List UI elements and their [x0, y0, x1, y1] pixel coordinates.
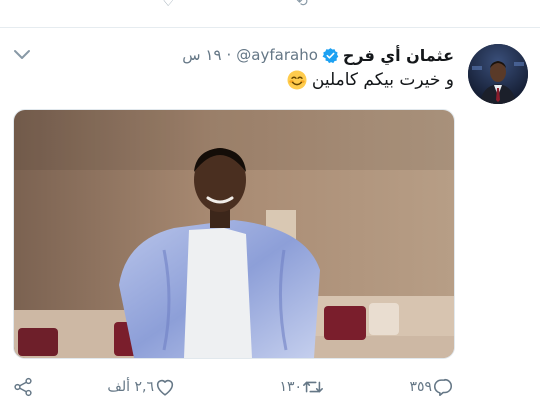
like-button[interactable]: ٢,٦ ألف [101, 372, 176, 402]
smiling-face-emoji-icon [287, 70, 307, 90]
reply-button[interactable]: ٣٥٩ [403, 372, 454, 402]
tweet-actions: ٣٥٩ ١٣٠ ٢,٦ ألف [0, 372, 540, 402]
tweet-media-photo[interactable] [13, 109, 455, 359]
reply-icon [433, 378, 453, 397]
retweet-count: ١٣٠ [279, 379, 302, 395]
tweet-header: عثمان أي فرح @ayfaraho · ١٩ س [182, 44, 454, 66]
tweet-text-content: و خيرت بيكم كاملين [311, 70, 454, 90]
header-separator: · [226, 46, 232, 64]
like-count: ٢,٦ ألف [107, 379, 154, 395]
previous-retweet-icon[interactable]: ⟲ [296, 0, 308, 10]
author-avatar[interactable] [468, 44, 528, 104]
tweet-text: و خيرت بيكم كاملين [287, 70, 454, 90]
caret-down-icon[interactable] [12, 48, 32, 62]
avatar-image [468, 44, 528, 104]
share-icon [14, 377, 32, 397]
author-handle[interactable]: @ayfaraho [236, 46, 318, 64]
tweet-divider [0, 27, 540, 28]
reply-count: ٣٥٩ [409, 379, 432, 395]
tweet-timestamp[interactable]: ١٩ س [182, 46, 221, 64]
previous-like-icon[interactable]: ♡ [162, 0, 175, 10]
share-button[interactable] [12, 372, 34, 402]
verified-badge-icon [322, 47, 339, 63]
retweet-icon [303, 381, 323, 393]
like-icon [156, 379, 174, 396]
previous-tweet-actions: ♡ ⟲ [0, 0, 540, 28]
photo-image [14, 110, 454, 358]
author-name[interactable]: عثمان أي فرح [343, 46, 454, 65]
retweet-button[interactable]: ١٣٠ [273, 372, 324, 402]
